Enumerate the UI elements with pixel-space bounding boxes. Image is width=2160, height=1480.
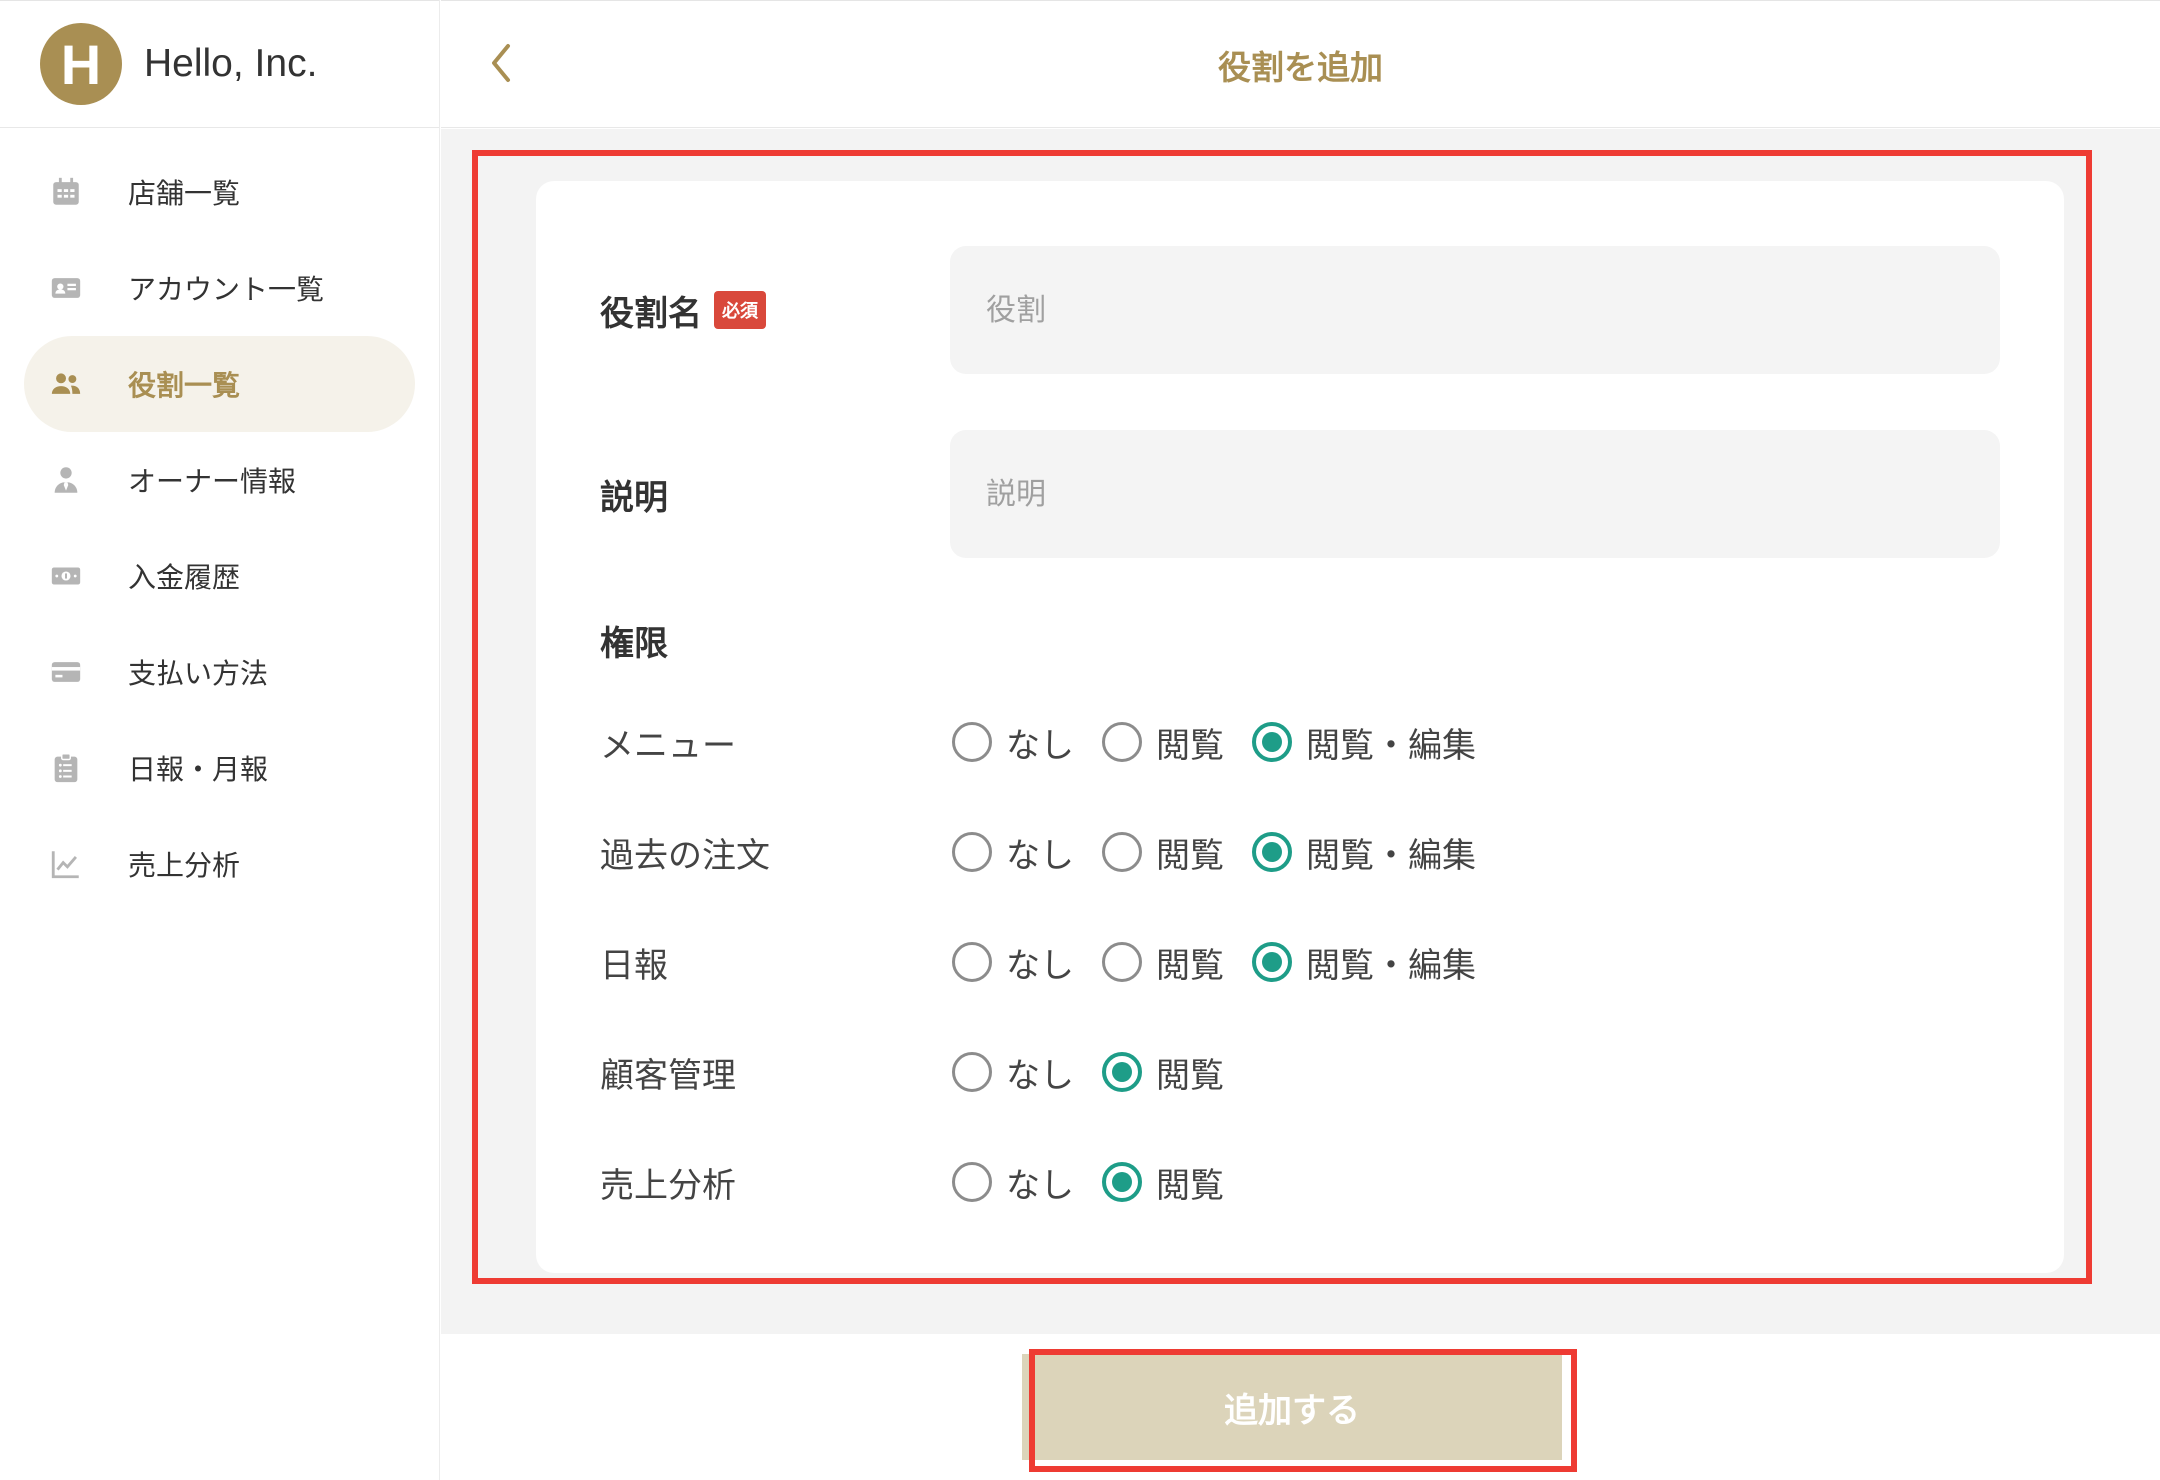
radio-option-none[interactable]: なし: [952, 828, 1074, 877]
sidebar-item-label: 支払い方法: [128, 657, 269, 690]
user-tie-icon: [48, 462, 84, 498]
radio-button[interactable]: [1102, 942, 1142, 982]
radio-button-checked[interactable]: [1252, 722, 1292, 762]
add-role-button[interactable]: 追加する: [1022, 1354, 1562, 1460]
sidebar-item-label: 売上分析: [128, 849, 241, 882]
sidebar-item-accounts[interactable]: アカウント一覧: [24, 240, 415, 336]
money-bill-icon: [48, 558, 84, 594]
radio-button[interactable]: [1102, 722, 1142, 762]
credit-card-icon: [48, 654, 84, 690]
radio-option-view-edit[interactable]: 閲覧・編集: [1252, 718, 1476, 767]
clipboard-list-icon: [48, 750, 84, 786]
permission-row-past-orders: 過去の注文 なし 閲覧 閲覧・編集: [600, 822, 2000, 882]
sidebar-item-sales-analysis[interactable]: 売上分析: [24, 816, 415, 912]
radio-option-view[interactable]: 閲覧: [1102, 718, 1224, 767]
brand-logo: H: [40, 23, 122, 105]
sidebar-item-roles[interactable]: 役割一覧: [24, 336, 415, 432]
radio-label: なし: [1006, 1055, 1074, 1096]
permission-row-menu: メニュー なし 閲覧 閲覧・編集: [600, 712, 2000, 772]
radio-option-view[interactable]: 閲覧: [1102, 938, 1224, 987]
permission-row-daily-report: 日報 なし 閲覧 閲覧・編集: [600, 932, 2000, 992]
radio-option-view-edit[interactable]: 閲覧・編集: [1252, 828, 1476, 877]
description-label-text: 説明: [600, 477, 668, 518]
permission-row-customer-management: 顧客管理 なし 閲覧: [600, 1042, 2000, 1102]
brand-name: Hello, Inc.: [144, 42, 318, 85]
radio-button-checked[interactable]: [1252, 942, 1292, 982]
permission-name: 売上分析: [600, 1165, 736, 1206]
radio-button-checked[interactable]: [1102, 1052, 1142, 1092]
radio-button[interactable]: [952, 832, 992, 872]
sidebar-item-stores[interactable]: 店舗一覧: [24, 144, 415, 240]
permission-name: 日報: [600, 945, 668, 986]
sidebar-item-owner-info[interactable]: オーナー情報: [24, 432, 415, 528]
radio-option-none[interactable]: なし: [952, 1158, 1074, 1207]
sidebar-item-label: 日報・月報: [128, 753, 269, 786]
radio-option-none[interactable]: なし: [952, 938, 1074, 987]
brand: H Hello, Inc.: [0, 0, 439, 128]
radio-button-checked[interactable]: [1252, 832, 1292, 872]
users-icon: [48, 366, 84, 402]
sidebar-item-label: 店舗一覧: [128, 177, 241, 210]
permission-name: メニュー: [600, 725, 736, 766]
radio-label: 閲覧: [1156, 725, 1224, 766]
radio-label: 閲覧: [1156, 1055, 1224, 1096]
radio-option-view[interactable]: 閲覧: [1102, 1048, 1224, 1097]
permissions-heading: 権限: [600, 623, 668, 664]
radio-label: なし: [1006, 725, 1074, 766]
description-input[interactable]: [950, 430, 2000, 558]
sidebar-item-reports[interactable]: 日報・月報: [24, 720, 415, 816]
radio-button[interactable]: [952, 942, 992, 982]
radio-option-none[interactable]: なし: [952, 718, 1074, 767]
radio-button[interactable]: [1102, 832, 1142, 872]
radio-label: 閲覧: [1156, 835, 1224, 876]
role-name-label: 役割名 必須: [600, 284, 766, 336]
sidebar-item-label: 入金履歴: [128, 561, 241, 594]
sidebar: H Hello, Inc. 店舗一覧 アカウント一覧 役割一覧 オーナー情報 入…: [0, 0, 440, 1480]
sidebar-item-deposit-history[interactable]: 入金履歴: [24, 528, 415, 624]
back-button[interactable]: [471, 35, 531, 95]
id-card-icon: [48, 270, 84, 306]
radio-option-none[interactable]: なし: [952, 1048, 1074, 1097]
radio-label: 閲覧: [1156, 945, 1224, 986]
role-name-label-text: 役割名: [600, 293, 702, 334]
permission-name: 過去の注文: [600, 835, 770, 876]
radio-label: なし: [1006, 945, 1074, 986]
radio-button-checked[interactable]: [1102, 1162, 1142, 1202]
chevron-left-icon: [486, 42, 516, 88]
radio-option-view-edit[interactable]: 閲覧・編集: [1252, 938, 1476, 987]
radio-button[interactable]: [952, 1052, 992, 1092]
radio-option-view[interactable]: 閲覧: [1102, 1158, 1224, 1207]
required-badge: 必須: [714, 291, 766, 329]
sidebar-item-label: オーナー情報: [128, 465, 297, 498]
description-label: 説明: [600, 468, 668, 520]
sidebar-nav: 店舗一覧 アカウント一覧 役割一覧 オーナー情報 入金履歴 支払い方法 日報・月…: [0, 128, 439, 912]
radio-option-view[interactable]: 閲覧: [1102, 828, 1224, 877]
radio-label: 閲覧・編集: [1306, 945, 1476, 986]
radio-label: 閲覧・編集: [1306, 835, 1476, 876]
radio-label: なし: [1006, 1165, 1074, 1206]
role-name-input[interactable]: [950, 246, 2000, 374]
line-chart-icon: [48, 846, 84, 882]
radio-label: なし: [1006, 835, 1074, 876]
radio-button[interactable]: [952, 722, 992, 762]
radio-label: 閲覧・編集: [1306, 725, 1476, 766]
header: 役割を追加: [441, 0, 2160, 128]
permission-row-sales-analysis: 売上分析 なし 閲覧: [600, 1152, 2000, 1212]
radio-label: 閲覧: [1156, 1165, 1224, 1206]
radio-button[interactable]: [952, 1162, 992, 1202]
sidebar-item-payment-method[interactable]: 支払い方法: [24, 624, 415, 720]
sidebar-item-label: 役割一覧: [128, 369, 241, 402]
page-title: 役割を追加: [1218, 48, 1383, 87]
sidebar-item-label: アカウント一覧: [128, 273, 325, 306]
calendar-icon: [48, 174, 84, 210]
permission-name: 顧客管理: [600, 1055, 736, 1096]
